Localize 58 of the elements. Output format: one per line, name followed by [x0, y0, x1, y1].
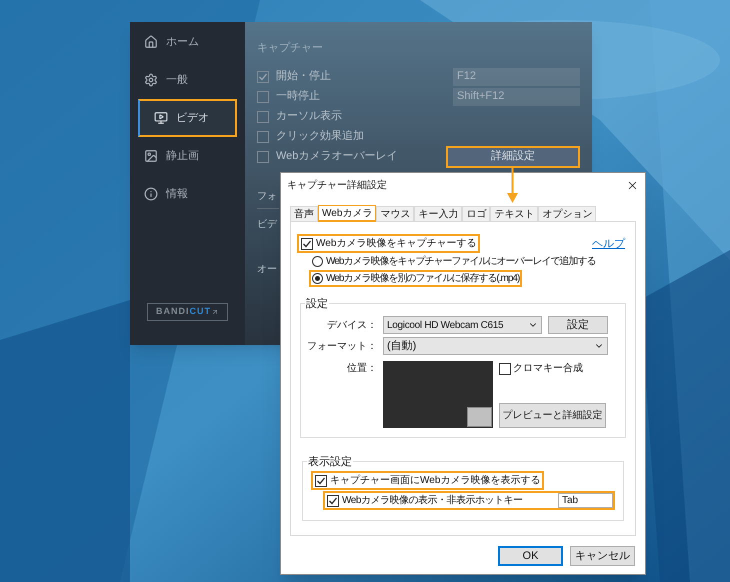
checkbox[interactable]: [257, 110, 269, 122]
help-link[interactable]: ヘルプ: [592, 236, 625, 252]
field-label: ビデ: [257, 218, 278, 232]
field-label: 位置：: [346, 362, 377, 376]
webcam-position-marker[interactable]: [467, 407, 492, 427]
checkbox-option[interactable]: Webカメラオーバーレイ: [257, 148, 398, 165]
checkbox-option[interactable]: Webカメラ映像の表示・非表示ホットキー: [325, 493, 522, 508]
info-icon: [144, 187, 158, 201]
checkbox[interactable]: [315, 474, 327, 486]
checkbox-option[interactable]: キャプチャー画面にWebカメラ映像を表示する: [311, 471, 544, 490]
tab[interactable]: マウス: [376, 206, 414, 221]
checkbox-option[interactable]: クロマキー合成: [499, 361, 606, 376]
checkbox[interactable]: [257, 150, 269, 162]
tab[interactable]: テキスト: [490, 206, 538, 221]
checkbox-option[interactable]: クリック効果追加: [257, 128, 364, 145]
radio-option[interactable]: Webカメラ映像を別のファイルに保存する(.mp4): [309, 270, 522, 287]
tab[interactable]: 音声: [290, 206, 318, 221]
dialog-button[interactable]: キャンセル: [570, 546, 635, 566]
settings-icon: [144, 73, 158, 87]
tab[interactable]: ロゴ: [462, 206, 490, 221]
field-label: オー: [257, 262, 278, 276]
checkbox-option[interactable]: Webカメラ映像をキャプチャーする: [297, 234, 480, 253]
checkbox[interactable]: [257, 130, 269, 142]
device-dropdown[interactable]: Logicool HD Webcam C615: [383, 316, 542, 334]
preview-settings-button[interactable]: プレビューと詳細設定: [499, 403, 606, 428]
field-label: フォーマット：: [307, 340, 377, 354]
sidebar-item[interactable]: 情報: [130, 175, 245, 213]
tab[interactable]: キー入力: [414, 206, 462, 221]
radio-button[interactable]: [312, 273, 323, 284]
format-dropdown[interactable]: (自動): [383, 337, 608, 355]
radio-option[interactable]: Webカメラ映像をキャプチャーファイルにオーバーレイで追加する: [309, 253, 598, 270]
section-heading: キャプチャー: [257, 40, 324, 56]
dialog-button[interactable]: OK: [498, 546, 563, 566]
home-icon: [144, 35, 158, 49]
settings-button[interactable]: 設定: [548, 316, 608, 334]
bandicut-button[interactable]: BANDICUT: [147, 303, 228, 321]
external-link-icon: [211, 307, 219, 317]
sidebar-item[interactable]: ホーム: [130, 23, 245, 61]
monitor-play-icon: [154, 111, 168, 125]
sidebar-item[interactable]: ビデオ: [138, 99, 237, 137]
tab[interactable]: Webカメラ: [318, 205, 376, 222]
checkbox[interactable]: [499, 362, 511, 374]
field-label: デバイス：: [326, 318, 377, 332]
sidebar-item[interactable]: 一般: [130, 61, 245, 99]
pointer-arrow: [506, 168, 519, 204]
radio-button[interactable]: [312, 256, 323, 267]
checkbox[interactable]: [327, 494, 339, 506]
image-icon: [144, 149, 158, 163]
checkbox[interactable]: [257, 90, 269, 102]
checkbox[interactable]: [301, 238, 313, 250]
checkbox[interactable]: [257, 70, 269, 82]
hotkey-field[interactable]: Tab: [558, 493, 613, 508]
sidebar-item[interactable]: 静止画: [130, 137, 245, 175]
checkbox-option[interactable]: カーソル表示: [257, 108, 342, 125]
section-heading: フォ: [257, 188, 279, 208]
advanced-settings-button[interactable]: 詳細設定: [446, 146, 580, 168]
window-title: キャプチャー詳細設定: [287, 178, 387, 192]
tab[interactable]: オプション: [538, 206, 596, 221]
